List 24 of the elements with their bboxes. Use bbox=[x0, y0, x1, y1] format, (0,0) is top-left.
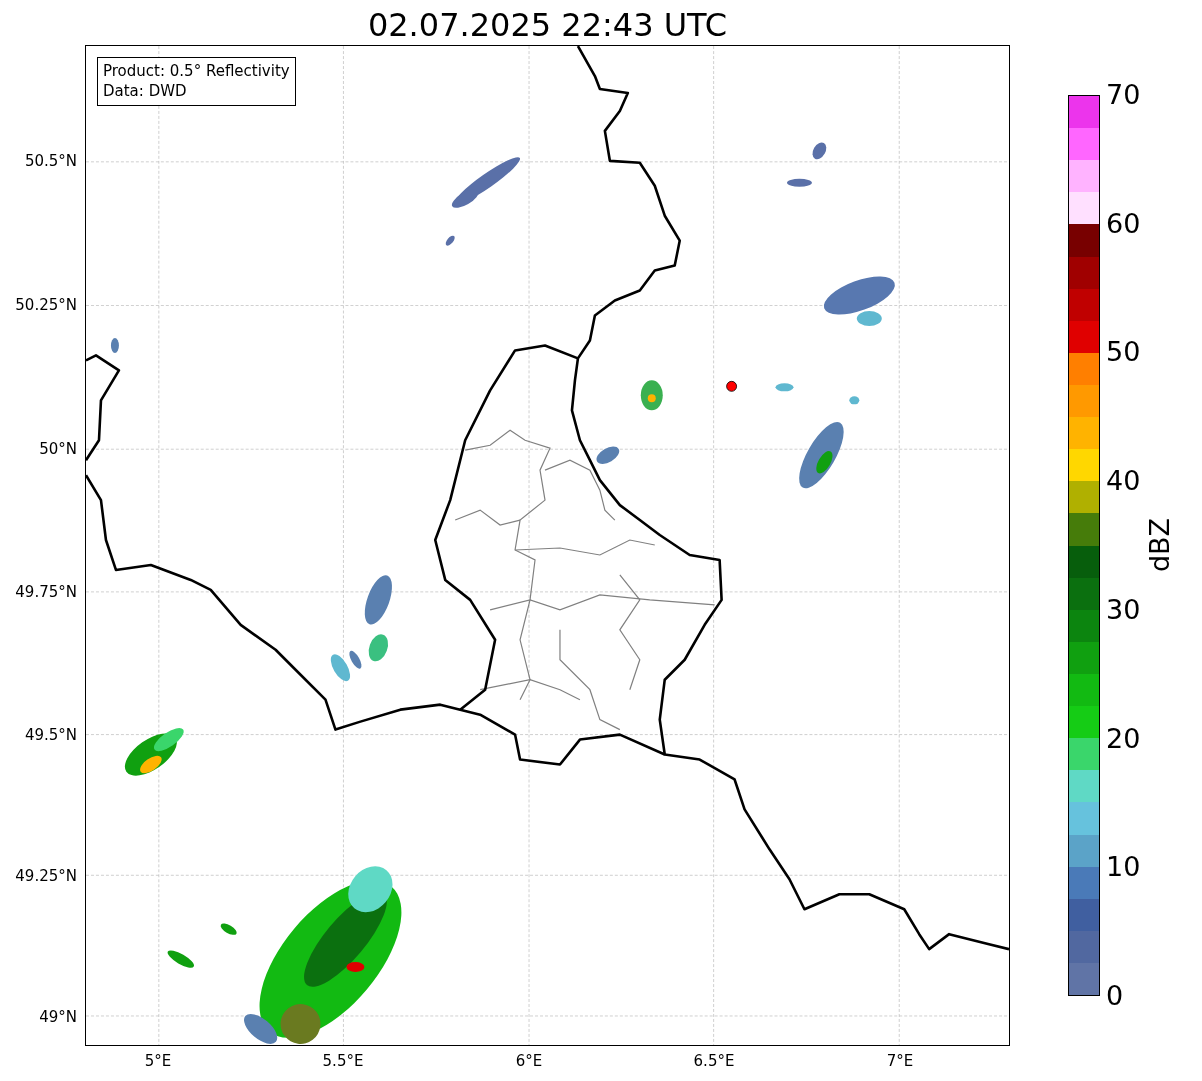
tick-label: 0 bbox=[1106, 978, 1125, 1013]
legend-text: Product: 0.5° Reflectivity bbox=[103, 61, 290, 81]
tick-label: 30 bbox=[1106, 592, 1141, 627]
tick-label: 70 bbox=[1106, 78, 1141, 112]
tick-label: 5°E bbox=[143, 1051, 173, 1071]
tick-label: 6°E bbox=[514, 1051, 544, 1071]
tick-label: 50 bbox=[1106, 335, 1141, 370]
tick-label: 49.75°N bbox=[15, 582, 77, 602]
tick-label: 60 bbox=[1106, 206, 1141, 241]
legend-text: Data: DWD bbox=[103, 81, 188, 101]
tick-label: 6.5°E bbox=[692, 1051, 736, 1071]
tick-label: 49.5°N bbox=[24, 725, 77, 745]
tick-label: 50°N bbox=[39, 439, 77, 459]
tick-label: 40 bbox=[1106, 464, 1141, 499]
tick-label: 49.25°N bbox=[15, 866, 77, 886]
tick-label: 5.5°E bbox=[321, 1051, 365, 1071]
axis-label: dBZ bbox=[1143, 516, 1177, 575]
tick-label: 50.25°N bbox=[15, 295, 77, 315]
tick-label: 50.5°N bbox=[24, 151, 77, 171]
tick-label: 20 bbox=[1106, 721, 1141, 756]
tick-label: 49°N bbox=[39, 1007, 77, 1027]
chart-title: 02.07.2025 22:43 UTC bbox=[367, 5, 728, 45]
tick-label: 10 bbox=[1106, 850, 1141, 885]
tick-label: 7°E bbox=[885, 1051, 915, 1071]
